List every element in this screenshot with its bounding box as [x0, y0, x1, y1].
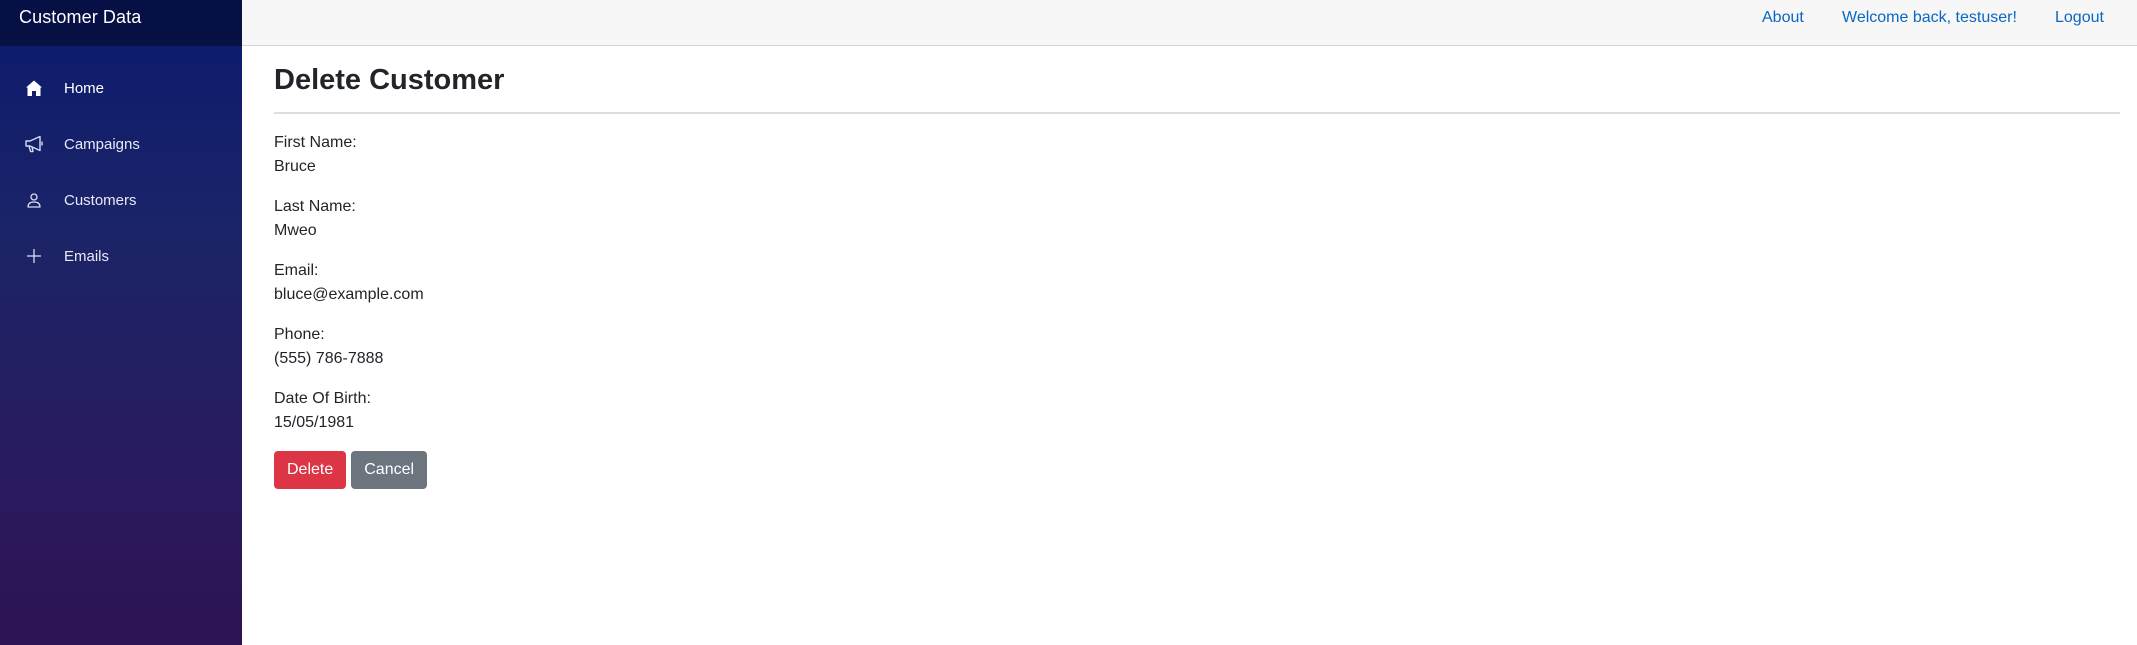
date-of-birth-field: Date Of Birth: 15/05/1981 — [274, 387, 2120, 435]
sidebar-item-emails[interactable]: Emails — [0, 228, 242, 284]
logout-link[interactable]: Logout — [2055, 9, 2104, 27]
field-value: (555) 786-7888 — [274, 349, 384, 367]
last-name-field: Last Name: Mweo — [274, 195, 2120, 243]
plus-icon — [24, 246, 44, 266]
form-actions: Delete Cancel — [274, 450, 2120, 489]
page-title: Delete Customer — [274, 64, 505, 96]
cancel-button[interactable]: Cancel — [351, 450, 428, 489]
field-label: Email: — [274, 261, 319, 279]
email-field: Email: bluce@example.com — [274, 259, 2120, 307]
field-value: bluce@example.com — [274, 285, 424, 303]
brand-title[interactable]: Customer Data — [19, 7, 141, 28]
field-label: Last Name: — [274, 197, 356, 215]
phone-field: Phone: (555) 786-7888 — [274, 323, 2120, 371]
field-value: Mweo — [274, 221, 317, 239]
top-bar: About Welcome back, testuser! Logout — [242, 0, 2137, 46]
sidebar-nav: Home Campaigns Customers Emails — [0, 60, 242, 284]
person-icon — [24, 190, 44, 210]
field-label: First Name: — [274, 133, 357, 151]
field-value: 15/05/1981 — [274, 413, 355, 431]
about-link[interactable]: About — [1762, 9, 1804, 27]
first-name-field: First Name: Bruce — [274, 131, 2120, 179]
welcome-user-link[interactable]: Welcome back, testuser! — [1842, 9, 2017, 27]
sidebar-item-label: Home — [64, 79, 105, 97]
sidebar-item-label: Emails — [64, 247, 110, 265]
sidebar-item-label: Customers — [64, 191, 137, 209]
home-icon — [24, 78, 44, 98]
sidebar-item-customers[interactable]: Customers — [0, 172, 242, 228]
megaphone-icon — [24, 134, 44, 154]
title-divider — [274, 111, 2120, 114]
delete-button[interactable]: Delete — [274, 450, 347, 489]
sidebar-item-campaigns[interactable]: Campaigns — [0, 116, 242, 172]
sidebar: Customer Data Home Campaigns Customers E… — [0, 0, 242, 645]
field-label: Date Of Birth: — [274, 389, 371, 407]
app-root: Customer Data Home Campaigns Customers E… — [0, 0, 2137, 645]
sidebar-item-label: Campaigns — [64, 135, 140, 153]
customer-details: First Name: Bruce Last Name: Mweo Email:… — [274, 131, 2120, 435]
main-content: Delete Customer First Name: Bruce Last N… — [274, 46, 2120, 489]
sidebar-item-home[interactable]: Home — [0, 60, 242, 116]
brand-bar: Customer Data — [0, 0, 242, 46]
field-label: Phone: — [274, 325, 325, 343]
field-value: Bruce — [274, 157, 316, 175]
